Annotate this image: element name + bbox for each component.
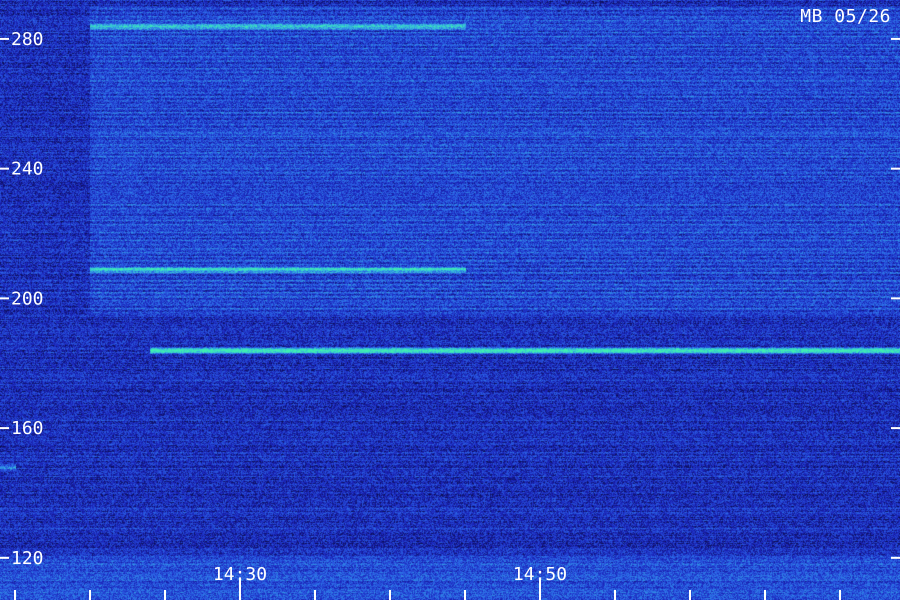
spectrogram-heatmap [0, 0, 900, 600]
station-date-label: MB 05/26 [800, 6, 891, 27]
spectrogram-view: 280240200160120 14:1014:3014:50 MB 05/26 [0, 0, 900, 600]
